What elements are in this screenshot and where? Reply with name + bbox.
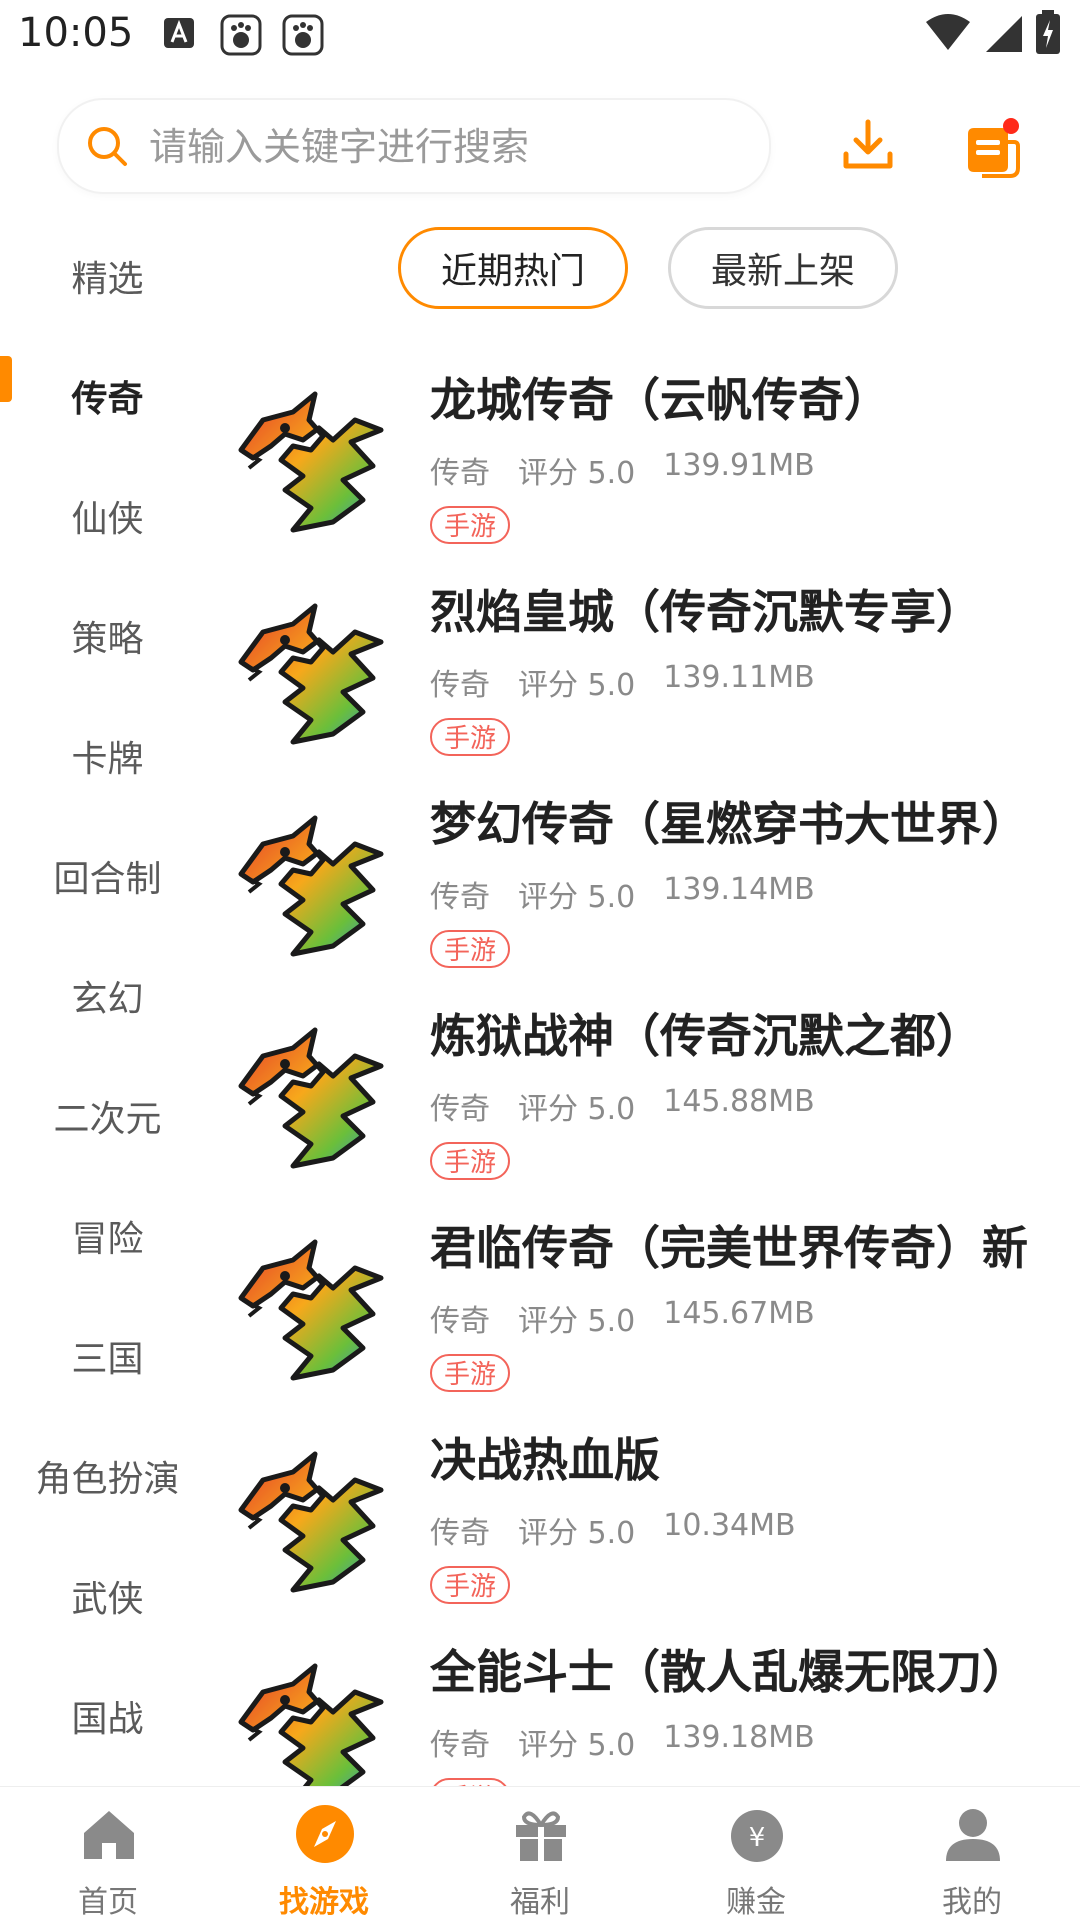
game-meta: 传奇 评分 5.0 139.14MB xyxy=(430,872,815,916)
game-size: 139.14MB xyxy=(663,872,815,907)
sidebar-item-xianxia[interactable]: 仙侠 xyxy=(0,456,215,576)
nav-home[interactable]: 首页 xyxy=(0,1787,216,1921)
category-sidebar: 精选 传奇 仙侠 策略 卡牌 回合制 玄幻 二次元 冒险 三国 角色扮演 武侠 … xyxy=(0,216,215,1786)
game-meta: 传奇 评分 5.0 145.88MB xyxy=(430,1084,815,1128)
dragon-game-icon xyxy=(223,380,403,540)
sidebar-item-jingxuan[interactable]: 精选 xyxy=(0,216,215,336)
game-size: 139.18MB xyxy=(663,1720,815,1755)
game-meta: 传奇 评分 5.0 10.34MB xyxy=(430,1508,796,1552)
game-title: 君临传奇（完美世界传奇）新 xyxy=(430,1221,1028,1275)
download-icon[interactable] xyxy=(840,118,896,174)
sidebar-item-guozhan[interactable]: 国战 xyxy=(0,1656,215,1776)
sidebar-item-chuanqi[interactable]: 传奇 xyxy=(0,336,215,456)
search-icon xyxy=(88,127,127,166)
game-row[interactable]: 君临传奇（完美世界传奇）新 传奇 评分 5.0 145.67MB 手游 xyxy=(215,1208,1080,1420)
game-rating: 评分 5.0 xyxy=(518,668,636,703)
game-size: 139.91MB xyxy=(663,448,815,483)
game-rating: 评分 5.0 xyxy=(518,456,636,491)
dragon-game-icon xyxy=(223,1016,403,1176)
user-icon xyxy=(946,1809,1000,1861)
game-rating: 评分 5.0 xyxy=(518,1092,636,1127)
game-tag: 手游 xyxy=(430,718,511,756)
gift-icon xyxy=(516,1811,566,1861)
game-tag: 手游 xyxy=(430,1142,511,1180)
game-tag: 手游 xyxy=(430,1354,511,1392)
game-row[interactable]: 梦幻传奇（星燃穿书大世界） 传奇 评分 5.0 139.14MB 手游 xyxy=(215,784,1080,996)
game-rating: 评分 5.0 xyxy=(518,880,636,915)
game-category: 传奇 xyxy=(430,456,490,491)
message-badge xyxy=(1003,118,1019,134)
sidebar-item-maoxian[interactable]: 冒险 xyxy=(0,1176,215,1296)
search-input[interactable] xyxy=(147,118,751,176)
tab-newest[interactable]: 最新上架 xyxy=(668,227,898,309)
nav-earn[interactable]: ¥ 赚金 xyxy=(648,1787,864,1921)
sidebar-item-celue[interactable]: 策略 xyxy=(0,576,215,696)
game-row[interactable]: 烈焰皇城（传奇沉默专享） 传奇 评分 5.0 139.11MB 手游 xyxy=(215,572,1080,784)
sidebar-item-huihezhi[interactable]: 回合制 xyxy=(0,816,215,936)
game-meta: 传奇 评分 5.0 139.18MB xyxy=(430,1720,815,1764)
wifi-icon xyxy=(926,14,970,50)
nav-welfare[interactable]: 福利 xyxy=(432,1787,648,1921)
sidebar-item-wuxia[interactable]: 武侠 xyxy=(0,1536,215,1656)
game-title: 决战热血版 xyxy=(430,1433,660,1487)
dragon-game-icon xyxy=(223,1440,403,1600)
sidebar-item-kapai[interactable]: 卡牌 xyxy=(0,696,215,816)
game-title: 烈焰皇城（传奇沉默专享） xyxy=(430,585,982,639)
game-size: 10.34MB xyxy=(663,1508,796,1543)
game-category: 传奇 xyxy=(430,668,490,703)
sidebar-item-erciyuan[interactable]: 二次元 xyxy=(0,1056,215,1176)
game-title: 全能斗士（散人乱爆无限刀） xyxy=(430,1645,1028,1699)
game-meta: 传奇 评分 5.0 139.91MB xyxy=(430,448,815,492)
game-title: 龙城传奇（云帆传奇） xyxy=(430,373,890,427)
game-title: 梦幻传奇（星燃穿书大世界） xyxy=(430,797,1028,851)
svg-text:¥: ¥ xyxy=(749,1823,766,1853)
sidebar-item-sanguo[interactable]: 三国 xyxy=(0,1296,215,1416)
game-tag: 手游 xyxy=(430,930,511,968)
game-meta: 传奇 评分 5.0 145.67MB xyxy=(430,1296,815,1340)
game-size: 145.88MB xyxy=(663,1084,815,1119)
game-rating: 评分 5.0 xyxy=(518,1728,636,1763)
game-rating: 评分 5.0 xyxy=(518,1516,636,1551)
dragon-game-icon xyxy=(223,1228,403,1388)
bottom-nav: 首页 找游戏 福利 ¥ 赚金 我的 xyxy=(0,1786,1080,1921)
status-time: 10:05 xyxy=(18,10,134,56)
dragon-game-icon xyxy=(223,592,403,752)
game-category: 传奇 xyxy=(430,1516,490,1551)
tab-recent-hot[interactable]: 近期热门 xyxy=(398,227,628,309)
game-row[interactable]: 炼狱战神（传奇沉默之都） 传奇 评分 5.0 145.88MB 手游 xyxy=(215,996,1080,1208)
home-icon xyxy=(84,1811,134,1859)
game-row[interactable]: 全能斗士（散人乱爆无限刀） 传奇 评分 5.0 139.18MB 手游 xyxy=(215,1632,1080,1786)
status-bar: 10:05 xyxy=(0,0,1080,72)
baidu-notification-icon xyxy=(282,14,324,56)
game-category: 传奇 xyxy=(430,1092,490,1127)
nav-find-games[interactable]: 找游戏 xyxy=(216,1787,432,1921)
game-size: 139.11MB xyxy=(663,660,815,695)
compass-icon xyxy=(296,1805,354,1863)
status-right-group xyxy=(924,10,1062,56)
game-tag: 手游 xyxy=(430,1778,511,1786)
game-category: 传奇 xyxy=(430,1728,490,1763)
game-list: 龙城传奇（云帆传奇） 传奇 评分 5.0 139.91MB 手游 烈焰皇城（传奇… xyxy=(215,360,1080,1786)
game-rating: 评分 5.0 xyxy=(518,1304,636,1339)
sidebar-item-rpg[interactable]: 角色扮演 xyxy=(0,1416,215,1536)
dragon-game-icon xyxy=(223,1652,403,1786)
money-bag-icon: ¥ xyxy=(731,1810,783,1862)
game-category: 传奇 xyxy=(430,880,490,915)
sidebar-item-xuanhuan[interactable]: 玄幻 xyxy=(0,936,215,1056)
game-meta: 传奇 评分 5.0 139.11MB xyxy=(430,660,815,704)
search-box[interactable] xyxy=(57,98,771,194)
game-tag: 手游 xyxy=(430,506,511,544)
game-title: 炼狱战神（传奇沉默之都） xyxy=(430,1009,982,1063)
nav-mine[interactable]: 我的 xyxy=(864,1787,1080,1921)
game-row[interactable]: 决战热血版 传奇 评分 5.0 10.34MB 手游 xyxy=(215,1420,1080,1632)
baidu-notification-icon xyxy=(220,14,262,56)
dragon-game-icon xyxy=(223,804,403,964)
game-row[interactable]: 龙城传奇（云帆传奇） 传奇 评分 5.0 139.91MB 手游 xyxy=(215,360,1080,572)
game-tag: 手游 xyxy=(430,1566,511,1604)
signal-icon xyxy=(986,16,1022,52)
battery-icon xyxy=(1036,10,1060,54)
game-category: 传奇 xyxy=(430,1304,490,1339)
a-notification-icon xyxy=(164,18,194,48)
game-size: 145.67MB xyxy=(663,1296,815,1331)
